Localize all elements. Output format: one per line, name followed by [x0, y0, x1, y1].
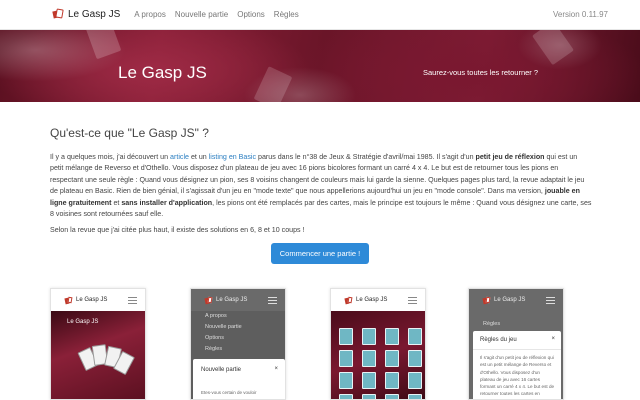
- preview-menu-item: Règles: [205, 346, 223, 352]
- preview-hero: Le Gasp JS: [51, 311, 145, 399]
- card-back-tile: [339, 394, 353, 399]
- preview-brand: Le Gasp JS: [76, 297, 108, 303]
- card-back-tile: [362, 372, 376, 389]
- card-back-tile: [339, 372, 353, 389]
- bold-text: sans installer d'application: [121, 198, 213, 207]
- preview-brand: Le Gasp JS: [494, 297, 526, 303]
- preview-game-board: [331, 311, 425, 399]
- brand-name: Le Gasp JS: [68, 9, 121, 20]
- preview-menu-item: Nouvelle partie: [205, 324, 242, 330]
- card-back-tile: [408, 328, 422, 345]
- card-back-tile: [385, 394, 399, 399]
- preview-navbar: Le Gasp JS: [469, 289, 563, 311]
- cards-logo-icon: [51, 8, 64, 20]
- hero-tagline: Saurez-vous toutes les retourner ?: [423, 68, 539, 77]
- version-label: Version 0.11.97: [552, 10, 608, 19]
- hero-card-image: [253, 66, 293, 102]
- nav-link-regles[interactable]: Règles: [274, 10, 299, 19]
- text-span: et un: [188, 153, 209, 161]
- preview-screenshot-board[interactable]: Le Gasp JS: [330, 288, 426, 400]
- listing-basic-link[interactable]: listing en Basic: [209, 153, 256, 161]
- preview-navbar: Le Gasp JS: [331, 289, 425, 311]
- preview-menu-item: A propos: [205, 313, 227, 319]
- card-back-tile: [339, 350, 353, 367]
- preview-modal: Nouvelle partie × Etes-vous certain de v…: [193, 359, 285, 399]
- hamburger-menu-icon: [268, 296, 277, 304]
- solutions-paragraph: Selon la revue que j'ai citée plus haut,…: [50, 226, 305, 234]
- divider: [473, 349, 561, 350]
- cards-logo-icon: [204, 296, 213, 304]
- hero-card-image: [532, 30, 574, 66]
- text-span: et: [111, 198, 122, 207]
- hamburger-menu-icon: [408, 296, 417, 304]
- start-game-button[interactable]: Commencer une partie !: [271, 243, 369, 264]
- card-back-tile: [385, 350, 399, 367]
- brand-link[interactable]: Le Gasp JS: [51, 8, 121, 20]
- card-back-tile: [408, 372, 422, 389]
- preview-hero-title: Le Gasp JS: [67, 319, 99, 325]
- cards-logo-icon: [64, 296, 73, 304]
- card-back-tile: [362, 328, 376, 345]
- preview-screenshot-rules[interactable]: Le Gasp JS Règles Règles du jeu × Il s'a…: [468, 288, 564, 400]
- close-icon: ×: [551, 336, 555, 342]
- preview-rules-overlay: Règles Règles du jeu × Il s'agit d'un pe…: [469, 311, 563, 399]
- card-back-tile: [339, 328, 353, 345]
- preview-rules-modal: Règles du jeu × Il s'agit d'un petit jeu…: [473, 331, 561, 399]
- preview-screenshot-home[interactable]: Le Gasp JS Le Gasp JS: [50, 288, 146, 400]
- card-back-tile: [408, 394, 422, 399]
- cards-logo-icon: [344, 296, 353, 304]
- text-span: Il y a quelques mois, j'ai découvert un: [50, 153, 171, 161]
- card-back-tile: [408, 350, 422, 367]
- nav-link-nouvelle-partie[interactable]: Nouvelle partie: [175, 10, 228, 19]
- preview-brand: Le Gasp JS: [216, 297, 248, 303]
- preview-menu-item: Options: [205, 335, 224, 341]
- preview-screenshot-new-game[interactable]: Le Gasp JS A propos Nouvelle partie Opti…: [190, 288, 286, 400]
- section-title: Qu'est-ce que "Le Gasp JS" ?: [50, 126, 209, 140]
- preview-modal-text: Etes-vous certain de vouloir: [201, 390, 257, 395]
- preview-menu: A propos Nouvelle partie Options Règles …: [191, 311, 285, 399]
- text-span: parus dans le n°38 de Jeux & Stratégie d…: [256, 153, 476, 161]
- bold-text: petit jeu de réflexion: [475, 153, 545, 161]
- card-back-tile: [385, 372, 399, 389]
- article-link[interactable]: article: [170, 153, 189, 161]
- nav-link-a-propos[interactable]: A propos: [134, 10, 166, 19]
- preview-modal-title: Nouvelle partie: [201, 367, 242, 373]
- hero-title: Le Gasp JS: [118, 63, 207, 82]
- card-back-tile: [362, 350, 376, 367]
- cards-logo-icon: [482, 296, 491, 304]
- close-icon: ×: [274, 366, 278, 372]
- preview-navbar: Le Gasp JS: [191, 289, 285, 311]
- nav-link-options[interactable]: Options: [237, 10, 265, 19]
- card-back-tile: [362, 394, 376, 399]
- hamburger-menu-icon: [128, 296, 137, 304]
- hamburger-menu-icon: [546, 296, 555, 304]
- hero-banner: Le Gasp JS Saurez-vous toutes les retour…: [0, 30, 640, 102]
- top-navbar: Le Gasp JS A propos Nouvelle partie Opti…: [0, 0, 640, 30]
- intro-paragraph: Il y a quelques mois, j'ai découvert un …: [50, 152, 592, 220]
- preview-brand: Le Gasp JS: [356, 297, 388, 303]
- preview-navbar: Le Gasp JS: [51, 289, 145, 311]
- preview-modal-title: Règles du jeu: [480, 337, 517, 343]
- preview-rules-text: Il s'agit d'un petit jeu de réflexion qu…: [480, 355, 555, 399]
- card-back-tile: [385, 328, 399, 345]
- hero-card-image: [84, 30, 122, 60]
- preview-menu-item: Règles: [483, 321, 501, 327]
